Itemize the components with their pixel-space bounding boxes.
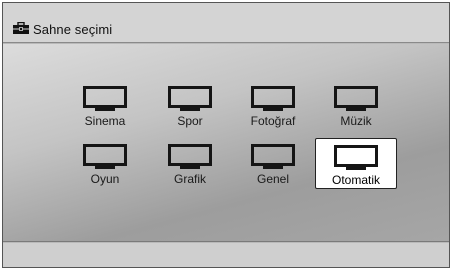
scene-label: Müzik (340, 114, 372, 128)
scene-option-grafik[interactable]: Grafik (152, 138, 228, 186)
tv-icon (168, 144, 212, 169)
tv-icon (83, 144, 127, 169)
scene-label: Otomatik (331, 173, 380, 187)
scene-option-fotograf[interactable]: Fotoğraf (235, 80, 311, 128)
footer-bar (3, 243, 449, 267)
tv-icon (83, 86, 127, 111)
scene-grid: Sinema Spor Fotoğraf Müzik Oyun Grafik G… (3, 44, 449, 242)
tv-icon (168, 86, 212, 111)
scene-label: Oyun (90, 172, 120, 186)
scene-option-genel[interactable]: Genel (235, 138, 311, 186)
tv-icon (251, 144, 295, 169)
scene-option-muzik[interactable]: Müzik (318, 80, 394, 128)
tv-icon (334, 145, 378, 170)
page-title: Sahne seçimi (33, 22, 113, 37)
toolbox-icon (13, 21, 29, 39)
tv-icon (251, 86, 295, 111)
scene-option-otomatik[interactable]: Otomatik (315, 138, 397, 189)
scene-option-oyun[interactable]: Oyun (67, 138, 143, 186)
scene-selection-screen: Sahne seçimi Sinema Spor Fotoğraf Müzik … (2, 2, 450, 268)
scene-label: Spor (177, 114, 203, 128)
scene-label: Grafik (173, 172, 206, 186)
tv-icon (334, 86, 378, 111)
scene-option-sinema[interactable]: Sinema (67, 80, 143, 128)
scene-label: Sinema (84, 114, 126, 128)
title-bar: Sahne seçimi (3, 3, 449, 43)
scene-label: Fotoğraf (250, 114, 296, 128)
scene-option-spor[interactable]: Spor (152, 80, 228, 128)
scene-label: Genel (256, 172, 290, 186)
